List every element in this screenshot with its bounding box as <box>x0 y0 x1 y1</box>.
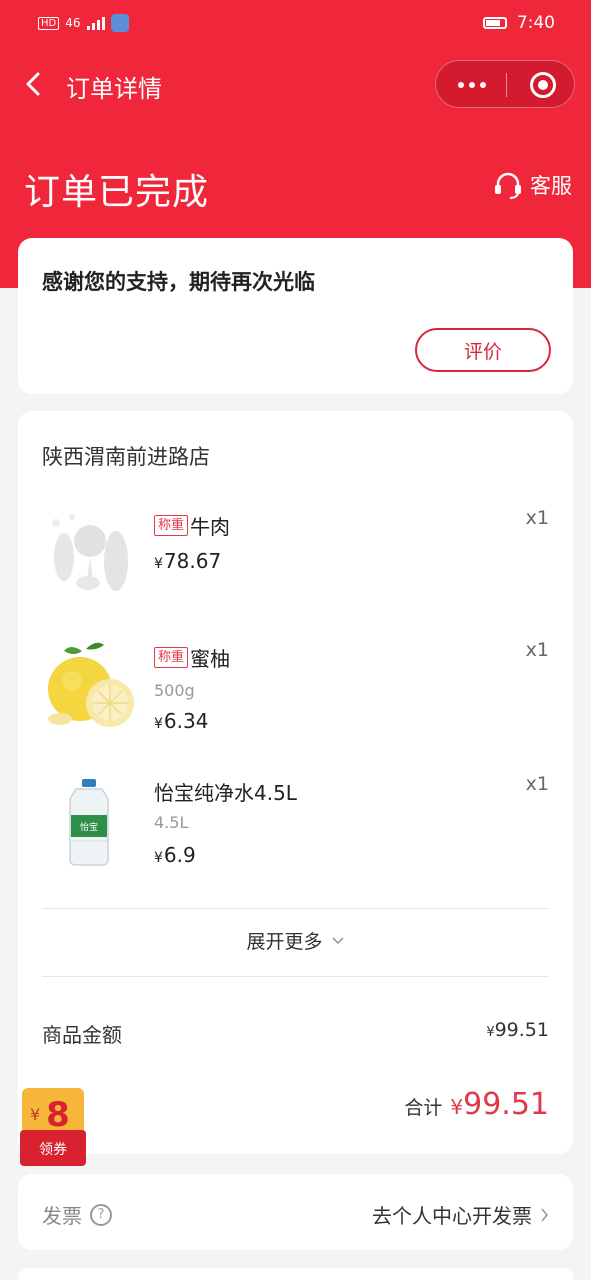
currency-symbol: ¥ <box>154 716 163 732</box>
product-name: 称重 牛肉 <box>154 511 230 540</box>
order-total: 合计 ¥99.51 <box>404 1087 549 1122</box>
product-quantity: x1 <box>525 773 549 795</box>
coupon-float-button[interactable]: ¥ 8 领券 <box>18 1086 88 1168</box>
product-quantity: x1 <box>525 639 549 661</box>
water-bottle-image: 怡宝 <box>69 779 109 866</box>
back-arrow-icon[interactable] <box>20 66 50 102</box>
product-spec: 500g <box>154 681 195 700</box>
coupon-label: 领券 <box>39 1142 67 1158</box>
page-title: 订单详情 <box>66 75 162 103</box>
price-value: 6.34 <box>163 709 209 733</box>
product-price: ¥6.9 <box>154 843 196 867</box>
battery-icon <box>482 17 507 29</box>
product-price: ¥78.67 <box>154 549 221 573</box>
goods-amount-value: ¥99.51 <box>486 1019 549 1041</box>
hd-badge: HD <box>38 16 60 30</box>
open-invoice-link[interactable]: 去个人中心开发票 <box>372 1200 549 1229</box>
app-notification-icon <box>110 14 129 32</box>
thanks-card: 感谢您的支持，期待再次光临 评价 <box>18 238 573 394</box>
pomelo-image <box>48 642 134 727</box>
close-miniapp-icon[interactable] <box>530 72 556 98</box>
price-value: 6.9 <box>163 843 196 867</box>
product-title: 牛肉 <box>190 515 231 539</box>
more-icon[interactable] <box>458 82 486 88</box>
status-left: HD 46 <box>38 14 129 32</box>
total-amount: ¥99.51 <box>450 1087 549 1122</box>
goods-amount: 99.51 <box>494 1019 549 1041</box>
miniapp-capsule <box>435 60 575 108</box>
signal-icon <box>86 16 105 30</box>
product-name: 称重 蜜柚 <box>154 643 230 672</box>
customer-service-button[interactable]: 客服 <box>492 170 572 200</box>
expand-more-label: 展开更多 <box>246 931 323 953</box>
list-item[interactable]: 称重 牛肉 ¥78.67 x1 <box>18 501 573 621</box>
divider <box>42 976 549 977</box>
product-name: 怡宝纯净水4.5L <box>154 777 297 806</box>
order-status-title: 订单已完成 <box>24 172 210 213</box>
currency-symbol: ¥ <box>450 1095 464 1119</box>
clock: 7:40 <box>516 13 555 33</box>
review-button[interactable]: 评价 <box>415 328 551 372</box>
order-items-card: 陕西渭南前进路店 称重 牛肉 ¥78.67 x1 称重 蜜柚 500g ¥6.3… <box>18 411 573 1154</box>
product-price: ¥6.34 <box>154 709 208 733</box>
product-quantity: x1 <box>525 507 549 529</box>
divider <box>42 908 549 909</box>
product-title: 蜜柚 <box>190 647 231 671</box>
goods-amount-label: 商品金额 <box>42 1023 122 1047</box>
chevron-down-icon <box>331 936 344 944</box>
customer-service-label: 客服 <box>530 174 572 198</box>
chevron-right-icon <box>541 1207 549 1222</box>
weighed-tag: 称重 <box>154 515 189 536</box>
list-item[interactable]: 怡宝 怡宝纯净水4.5L 4.5L ¥6.9 x1 <box>18 767 573 887</box>
capsule-divider <box>506 73 507 97</box>
price-value: 78.67 <box>163 549 222 573</box>
currency-symbol: ¥ <box>154 850 163 866</box>
nav-bar: 订单详情 <box>0 60 591 108</box>
invoice-label: 发票 <box>42 1204 82 1228</box>
next-card-edge <box>18 1268 573 1280</box>
store-name: 陕西渭南前进路店 <box>42 445 210 469</box>
help-icon[interactable]: ? <box>90 1203 112 1226</box>
status-right: 7:40 <box>482 13 555 33</box>
product-title: 怡宝纯净水4.5L <box>154 781 297 805</box>
coupon-amount: 8 <box>46 1095 70 1135</box>
product-spec: 4.5L <box>154 813 189 832</box>
expand-more-button[interactable]: 展开更多 <box>18 927 573 954</box>
headset-icon <box>495 172 521 199</box>
total-value: 99.51 <box>463 1087 549 1122</box>
open-invoice-label: 去个人中心开发票 <box>372 1204 532 1228</box>
list-item[interactable]: 称重 蜜柚 500g ¥6.34 x1 <box>18 633 573 753</box>
svg-text:怡宝: 怡宝 <box>80 821 98 833</box>
network-label: 46 <box>65 16 81 30</box>
currency-symbol: ¥ <box>154 556 163 572</box>
invoice-label-group: 发票 ? <box>42 1200 112 1229</box>
svg-text:¥: ¥ <box>30 1105 40 1124</box>
weighed-tag: 称重 <box>154 647 189 668</box>
currency-symbol: ¥ <box>486 1025 495 1040</box>
product-image-placeholder <box>52 514 128 591</box>
total-label: 合计 <box>404 1097 443 1119</box>
invoice-card: 发票 ? 去个人中心开发票 <box>18 1174 573 1250</box>
status-bar: HD 46 7:40 <box>0 0 591 48</box>
thanks-message: 感谢您的支持，期待再次光临 <box>42 270 315 294</box>
